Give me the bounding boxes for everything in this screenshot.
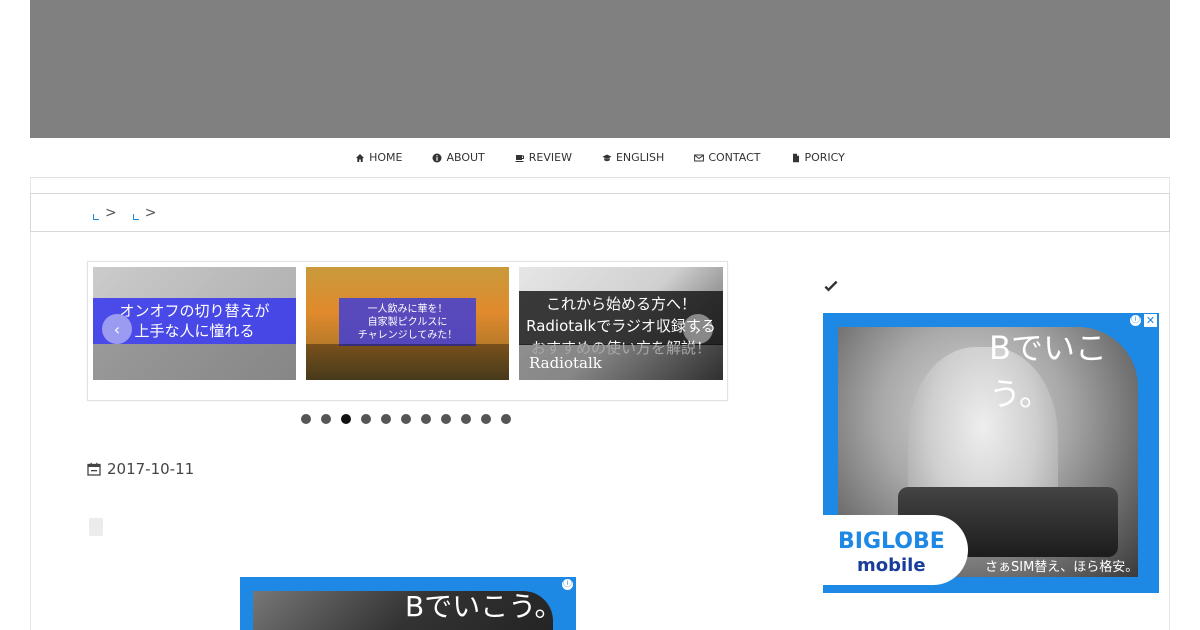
check-icon: [824, 280, 838, 292]
header-banner: [30, 0, 1170, 138]
nav-label-about: ABOUT: [446, 151, 485, 164]
nav-item-poricy[interactable]: PORICY: [791, 151, 845, 164]
slide-shade: [306, 344, 509, 380]
slider-dots: [301, 414, 511, 424]
post-date-text: 2017-10-11: [107, 460, 195, 478]
slider-next-button[interactable]: ›: [683, 314, 713, 344]
envelope-icon: [694, 154, 705, 161]
ad-tagline: さぁSIM替え、ほら格安。: [985, 560, 1139, 575]
breadcrumb-link-category[interactable]: [132, 213, 139, 220]
slider-dot[interactable]: [381, 414, 391, 424]
breadcrumb-separator: >: [144, 204, 157, 221]
chevron-left-icon: ‹: [113, 319, 121, 339]
nav-label-contact: CONTACT: [708, 151, 761, 164]
slider-dot[interactable]: [401, 414, 411, 424]
nav-item-english[interactable]: ENGLISH: [602, 151, 664, 164]
slider-dot[interactable]: [321, 414, 331, 424]
slider-dot[interactable]: [441, 414, 451, 424]
nav-item-review[interactable]: REVIEW: [515, 151, 572, 164]
logo-bottom-text: mobile: [857, 555, 926, 576]
slide-title: Radiotalk: [529, 354, 602, 372]
nav-item-home[interactable]: HOME: [355, 151, 402, 164]
breadcrumb-separator: >: [105, 204, 117, 221]
biglobe-logo: BIGLOBE mobile: [823, 515, 968, 585]
slider-dot[interactable]: [361, 414, 371, 424]
page: HOME ABOUT REVIEW ENGLISH CONTACT PORICY…: [0, 0, 1200, 630]
slider-dot[interactable]: [481, 414, 491, 424]
main-nav: HOME ABOUT REVIEW ENGLISH CONTACT PORICY: [30, 138, 1170, 178]
breadcrumb: > >: [30, 193, 1170, 232]
calendar-icon: [87, 462, 101, 476]
slide-item[interactable]: 一人飲みに華を！ 自家製ピクルスに チャレンジしてみた！: [306, 267, 509, 380]
chevron-right-icon: ›: [694, 319, 702, 339]
ad-info-icon[interactable]: ⓘ: [1129, 314, 1142, 327]
home-icon: [356, 153, 365, 162]
slider-dot[interactable]: [501, 414, 511, 424]
ad-banner-bottom[interactable]: Bでいこう。 ⓘ: [240, 577, 576, 630]
nav-item-about[interactable]: ABOUT: [432, 151, 485, 164]
nav-label-review: REVIEW: [528, 151, 572, 164]
slider-dot[interactable]: [341, 414, 351, 424]
breadcrumb-link-home[interactable]: [93, 213, 99, 220]
category-tag[interactable]: [89, 518, 103, 536]
slider-dot[interactable]: [421, 414, 431, 424]
nav-label-english: ENGLISH: [615, 151, 665, 164]
post-date: 2017-10-11: [87, 460, 194, 478]
slider-dot[interactable]: [461, 414, 471, 424]
info-circle-icon: [432, 153, 442, 162]
ad-headline: Bでいこう。: [405, 590, 563, 623]
file-icon: [792, 153, 799, 162]
nav-label-poricy: PORICY: [804, 151, 845, 164]
slide-caption: 一人飲みに華を！ 自家製ピクルスに チャレンジしてみた！: [339, 298, 476, 346]
logo-top-text: BIGLOBE: [838, 529, 945, 554]
nav-label-home: HOME: [369, 151, 403, 164]
ad-banner-sidebar[interactable]: Bでいこう。 BIGLOBE mobile さぁSIM替え、ほら格安。 ⓘ ✕: [823, 313, 1159, 593]
ad-close-icon[interactable]: ✕: [1144, 314, 1157, 327]
post-slider: オンオフの切り替えが 上手な人に憧れる 一人飲みに華を！ 自家製ピクルスに チャ…: [87, 261, 728, 401]
nav-item-contact[interactable]: CONTACT: [694, 151, 761, 164]
slider-dot[interactable]: [301, 414, 311, 424]
slider-prev-button[interactable]: ‹: [102, 314, 132, 344]
ad-info-icon[interactable]: ⓘ: [561, 578, 574, 591]
slide-shade: [93, 344, 296, 380]
coffee-icon: [515, 154, 524, 162]
graduation-cap-icon: [602, 154, 612, 161]
ad-headline: Bでいこう。: [989, 329, 1107, 413]
